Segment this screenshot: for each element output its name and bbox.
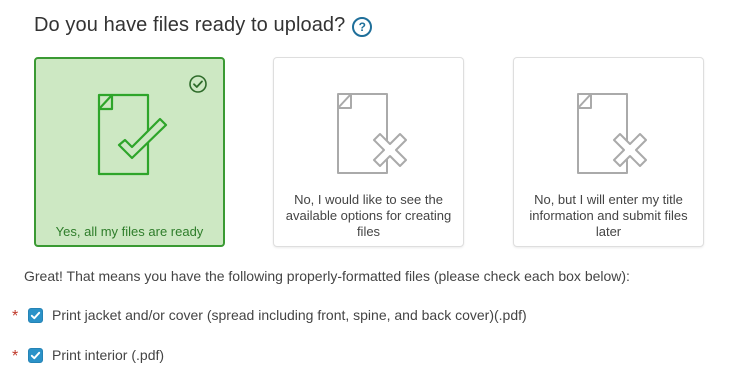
document-x-icon [324, 84, 414, 184]
upload-files-panel: Do you have files ready to upload? ? Yes… [0, 0, 733, 381]
cover-pdf-checkbox[interactable] [28, 307, 43, 323]
checkbox-label: Print jacket and/or cover (spread includ… [52, 307, 527, 323]
checkmark-icon [30, 311, 41, 319]
document-check-icon [85, 85, 175, 185]
document-x-icon [564, 84, 654, 184]
check-circle-icon [188, 74, 208, 99]
question-circle-icon[interactable]: ? [352, 16, 373, 37]
option-card-files-ready[interactable]: Yes, all my files are ready [34, 57, 225, 247]
required-marker: * [12, 308, 19, 325]
checkbox-label: Print interior (.pdf) [52, 347, 165, 363]
interior-pdf-checkbox[interactable] [28, 347, 43, 363]
checkmark-icon [30, 351, 41, 359]
question-text: Do you have files ready to upload? [34, 14, 346, 36]
option-label: No, but I will enter my title informatio… [529, 192, 688, 239]
file-check-row-interior: * Print interior (.pdf) [12, 344, 164, 366]
option-card-create-files[interactable]: No, I would like to see the available op… [273, 57, 464, 247]
file-check-row-cover: * Print jacket and/or cover (spread incl… [12, 304, 527, 326]
question-heading: Do you have files ready to upload? ? [34, 14, 373, 37]
files-intro-text: Great! That means you have the following… [24, 268, 630, 284]
required-marker: * [12, 348, 19, 365]
option-label: No, I would like to see the available op… [285, 192, 452, 239]
option-label: Yes, all my files are ready [55, 224, 204, 239]
option-card-submit-later[interactable]: No, but I will enter my title informatio… [513, 57, 704, 247]
